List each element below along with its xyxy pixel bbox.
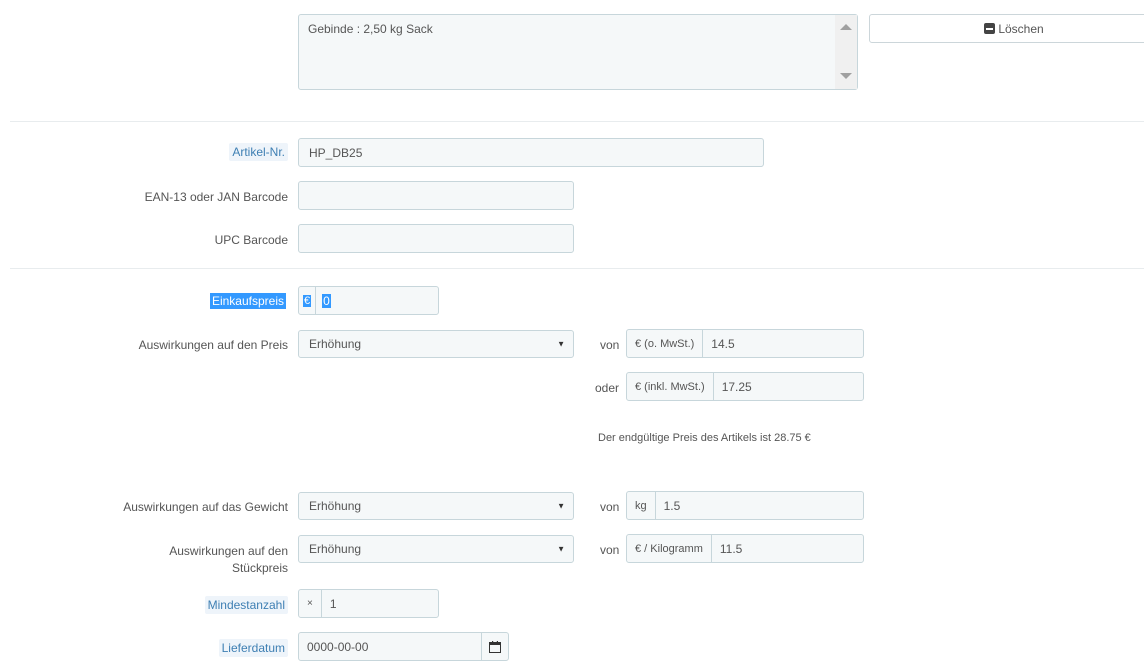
- section-divider: [10, 268, 1144, 269]
- currency-addon: €: [299, 287, 317, 314]
- unit-price-value-input[interactable]: € / Kilogramm 11.5: [626, 534, 864, 563]
- ean13-input[interactable]: [298, 181, 574, 210]
- price-impact-select[interactable]: Erhöhung ▼: [298, 330, 574, 358]
- delete-button[interactable]: Löschen: [869, 14, 1144, 43]
- weight-impact-label: Auswirkungen auf das Gewicht: [123, 500, 288, 514]
- price-tax-incl-input[interactable]: € (inkl. MwSt.) 17.25: [626, 372, 864, 401]
- available-date-label: Lieferdatum: [218, 639, 288, 657]
- section-divider: [10, 121, 1144, 122]
- unit-price-impact-select[interactable]: Erhöhung ▼: [298, 535, 574, 563]
- reference-input[interactable]: HP_DB25: [298, 138, 764, 167]
- wholesale-price-label: Einkaufspreis: [209, 293, 286, 309]
- description-textarea[interactable]: Gebinde : 2,50 kg Sack: [298, 14, 858, 90]
- calendar-icon[interactable]: [481, 633, 508, 660]
- price-oder-label: oder: [595, 381, 620, 395]
- unit-price-von-label: von: [600, 543, 620, 557]
- upc-label: UPC Barcode: [214, 233, 288, 247]
- weight-von-label: von: [600, 500, 620, 514]
- scroll-up-icon[interactable]: [840, 24, 852, 30]
- minus-square-icon: [984, 23, 996, 34]
- chevron-down-icon: ▼: [557, 501, 565, 511]
- wholesale-price-input[interactable]: € 0: [298, 286, 439, 315]
- ean13-label: EAN-13 oder JAN Barcode: [144, 190, 288, 204]
- unit-price-impact-label: Auswirkungen auf den Stückpreis: [169, 544, 288, 575]
- minimal-quantity-input[interactable]: × 1: [298, 589, 439, 618]
- final-price-text: Der endgültige Preis des Artikels ist 28…: [598, 432, 811, 444]
- weight-impact-select[interactable]: Erhöhung ▼: [298, 492, 574, 520]
- chevron-down-icon: ▼: [557, 544, 565, 554]
- upc-input[interactable]: [298, 224, 574, 253]
- reference-label: Artikel-Nr.: [229, 143, 288, 161]
- price-tax-excl-input[interactable]: € (o. MwSt.) 14.5: [626, 329, 864, 358]
- minimal-quantity-label: Mindestanzahl: [204, 596, 288, 614]
- description-text: Gebinde : 2,50 kg Sack: [308, 22, 433, 36]
- scroll-down-icon[interactable]: [840, 73, 852, 79]
- price-von-label: von: [600, 338, 620, 352]
- chevron-down-icon: ▼: [557, 339, 565, 349]
- available-date-input[interactable]: 0000-00-00: [298, 632, 509, 661]
- textarea-scrollbar[interactable]: [835, 15, 857, 89]
- weight-value-input[interactable]: kg 1.5: [626, 491, 864, 520]
- delete-button-label: Löschen: [998, 21, 1044, 36]
- price-impact-label: Auswirkungen auf den Preis: [138, 338, 288, 352]
